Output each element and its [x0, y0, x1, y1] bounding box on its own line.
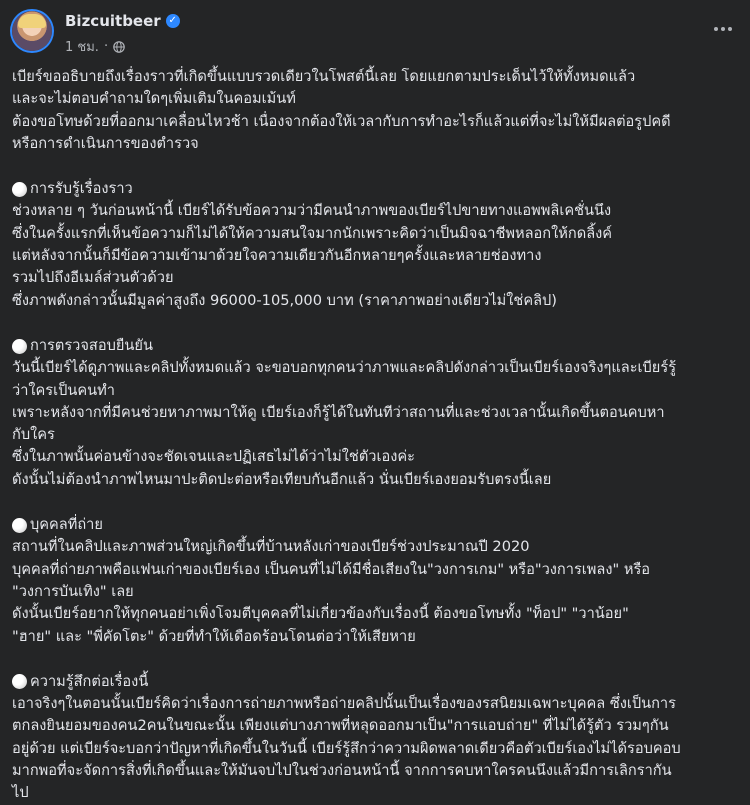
section-title: การรับรู้เรื่องราว	[30, 180, 133, 198]
white-circle-icon	[12, 674, 27, 690]
section-heading: การตรวจสอบยืนยัน	[12, 335, 740, 357]
section-line: ซึ่งในครั้งแรกที่เห็นข้อความก็ไม่ได้ให้ค…	[12, 224, 613, 242]
section-line: กับใคร	[12, 426, 55, 444]
section-line: ช่วงหลาย ๆ วันก่อนหน้านี้ เบียร์ได้รับข้…	[12, 202, 612, 220]
section-heading: ความรู้สึกต่อเรื่องนี้	[12, 671, 740, 693]
intro-line: เบียร์ขออธิบายถึงเรื่องราวที่เกิดขึ้นแบบ…	[12, 68, 636, 85]
section-line: อยู่ด้วย แต่เบียร์จะบอกว่าปัญหาที่เกิดขึ…	[12, 739, 681, 757]
intro-line: ต้องขอโทษด้วยที่ออกมาเคลื่อนไหวช้า เนื่อ…	[12, 112, 671, 130]
white-circle-icon	[12, 517, 27, 533]
post-body: เบียร์ขออธิบายถึงเรื่องราวที่เกิดขึ้นแบบ…	[12, 66, 740, 805]
section-line: รวมไปถึงอีเมล์ส่วนตัวด้วย	[12, 269, 174, 287]
section-line: มากพอที่จะจัดการสิ่งที่เกิดขึ้นและให้มัน…	[12, 762, 672, 780]
intro-line: หรือการดำเนินการของตำรวจ	[12, 134, 199, 152]
post-time[interactable]: 1 ชม.	[65, 36, 99, 57]
section-line: ดังนั้นไม่ต้องนำภาพไหนมาปะติดปะต่อหรือเท…	[12, 470, 552, 488]
meta-separator: ·	[103, 39, 109, 54]
author-row: Bizcuitbeer ✓	[65, 12, 180, 30]
section-title: การตรวจสอบยืนยัน	[30, 336, 153, 354]
section-heading: การรับรู้เรื่องราว	[12, 178, 740, 200]
section-line: ไป	[12, 784, 29, 802]
section-line: เพราะหลังจากที่มีคนช่วยหาภาพมาให้ดู เบีย…	[12, 403, 665, 421]
section-title: ความรู้สึกต่อเรื่องนี้	[30, 672, 149, 690]
author-name[interactable]: Bizcuitbeer	[65, 12, 161, 30]
section-line: เอาจริงๆในตอนนั้นเบียร์คิดว่าเรื่องการถ่…	[12, 695, 676, 713]
verified-badge-icon: ✓	[165, 14, 180, 28]
white-circle-icon	[12, 338, 27, 354]
section-title: บุคคลที่ถ่าย	[30, 516, 103, 534]
section-line: "ฮาย" และ "พี่คัดโตะ" ด้วยที่ทำให้เดือดร…	[12, 627, 416, 645]
more-options-icon[interactable]	[708, 18, 738, 40]
white-circle-icon	[12, 181, 27, 197]
avatar[interactable]	[12, 11, 52, 51]
section-line: ตกลงยินยอมของคน2คนในขณะนั้น เพียงแต่บางภ…	[12, 717, 669, 735]
post-meta: 1 ชม. ·	[65, 36, 125, 57]
post-header: Bizcuitbeer ✓ 1 ชม. ·	[12, 10, 738, 57]
section-line: ซึ่งในภาพนั้นค่อนข้างจะชัดเจนและปฏิเสธไม…	[12, 448, 415, 466]
section-line: ซึ่งภาพดังกล่าวนั้นมีมูลค่าสูงถึง 96000-…	[12, 291, 557, 309]
globe-icon[interactable]	[113, 40, 125, 53]
section-line: ดังนั้นเบียร์อยากให้ทุกคนอย่าเพิ่งโจมตีบ…	[12, 605, 629, 623]
section-line: ว่าใครเป็นคนทำ	[12, 381, 115, 399]
section-heading: บุคคลที่ถ่าย	[12, 514, 740, 536]
section-line: วันนี้เบียร์ได้ดูภาพและคลิปทั้งหมดแล้ว จ…	[12, 359, 677, 377]
section-line: "วงการบันเทิง" เลย	[12, 582, 134, 600]
intro-line: และจะไม่ตอบคำถามใดๆเพิ่มเติมในคอมเม้นท์	[12, 90, 296, 108]
section-line: แต่หลังจากนั้นก็มีข้อความเข้ามาด้วยใจควา…	[12, 247, 542, 265]
section-line: สถานที่ในคลิปและภาพส่วนใหญ่เกิดขึ้นที่บ้…	[12, 538, 530, 556]
section-line: บุคคลที่ถ่ายภาพคือแฟนเก่าของเบียร์เอง เป…	[12, 560, 651, 578]
